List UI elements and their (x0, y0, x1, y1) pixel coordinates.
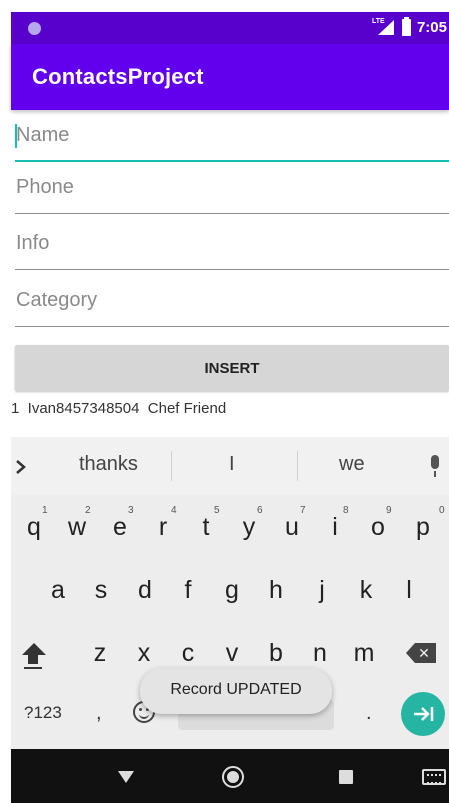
key-u[interactable]: 7u (272, 502, 312, 552)
suggestion-divider (297, 451, 298, 481)
app-bar: ContactsProject (11, 44, 449, 110)
key-e[interactable]: 3e (100, 502, 140, 552)
key-d[interactable]: d (125, 565, 165, 615)
key-p[interactable]: 0p (401, 502, 445, 552)
suggestion-divider (171, 451, 172, 481)
home-icon[interactable] (222, 766, 244, 788)
keyboard-switch-icon[interactable] (422, 769, 446, 785)
status-time: 7:05 (416, 18, 447, 36)
info-underline (15, 269, 449, 270)
key-y[interactable]: 6y (229, 502, 269, 552)
navigation-bar (11, 749, 449, 803)
app-title: ContactsProject (32, 64, 204, 89)
name-input[interactable]: Name (15, 118, 449, 162)
key-k[interactable]: k (346, 565, 386, 615)
suggestion-2[interactable]: I (229, 453, 235, 476)
key-o[interactable]: 9o (358, 502, 398, 552)
status-bar: LTE 7:05 (11, 12, 449, 44)
key-j[interactable]: j (302, 565, 342, 615)
network-type-label: LTE (371, 18, 385, 25)
key-r[interactable]: 4r (143, 502, 183, 552)
category-underline (15, 326, 449, 327)
battery-icon (401, 16, 411, 36)
name-placeholder: Name (16, 124, 70, 146)
back-icon[interactable] (118, 771, 134, 783)
shift-arrow-icon (22, 643, 46, 655)
info-placeholder: Info (16, 232, 50, 254)
comma-key[interactable]: , (96, 702, 102, 725)
suggestion-3[interactable]: we (339, 453, 365, 476)
arrow-right-icon (414, 707, 434, 721)
key-s[interactable]: s (81, 565, 121, 615)
key-g[interactable]: g (212, 565, 252, 615)
phone-input[interactable]: Phone (15, 170, 449, 214)
notification-icon (28, 22, 41, 35)
category-input[interactable]: Category (15, 283, 449, 327)
name-underline (15, 160, 449, 162)
key-h[interactable]: h (256, 565, 296, 615)
category-placeholder: Category (16, 289, 98, 311)
microphone-icon[interactable] (427, 455, 443, 479)
info-input[interactable]: Info (15, 226, 449, 270)
key-q[interactable]: 1q (14, 502, 54, 552)
insert-button[interactable]: INSERT (15, 345, 449, 391)
key-i[interactable]: 8i (315, 502, 355, 552)
toast-message: Record UPDATED (140, 668, 332, 714)
enter-key[interactable] (401, 692, 445, 736)
phone-placeholder: Phone (16, 176, 74, 198)
key-z[interactable]: z (80, 628, 120, 678)
key-m[interactable]: m (344, 628, 384, 678)
signal-icon: LTE (371, 18, 396, 36)
key-a[interactable]: a (38, 565, 78, 615)
key-w[interactable]: 2w (57, 502, 97, 552)
chevron-right-icon[interactable] (11, 457, 31, 477)
period-key[interactable]: . (366, 702, 372, 725)
key-f[interactable]: f (168, 565, 208, 615)
shift-key[interactable] (20, 643, 46, 673)
phone-underline (15, 213, 449, 214)
recent-apps-icon[interactable] (339, 770, 353, 784)
status-indicators: LTE 7:05 (371, 16, 449, 36)
suggestion-strip: thanks I we (11, 437, 449, 495)
list-item[interactable]: 1 Ivan8457348504 Chef Friend (11, 400, 226, 417)
symbols-key[interactable]: ?123 (24, 703, 62, 723)
key-l[interactable]: l (389, 565, 429, 615)
key-t[interactable]: 5t (186, 502, 226, 552)
suggestion-1[interactable]: thanks (79, 453, 138, 476)
